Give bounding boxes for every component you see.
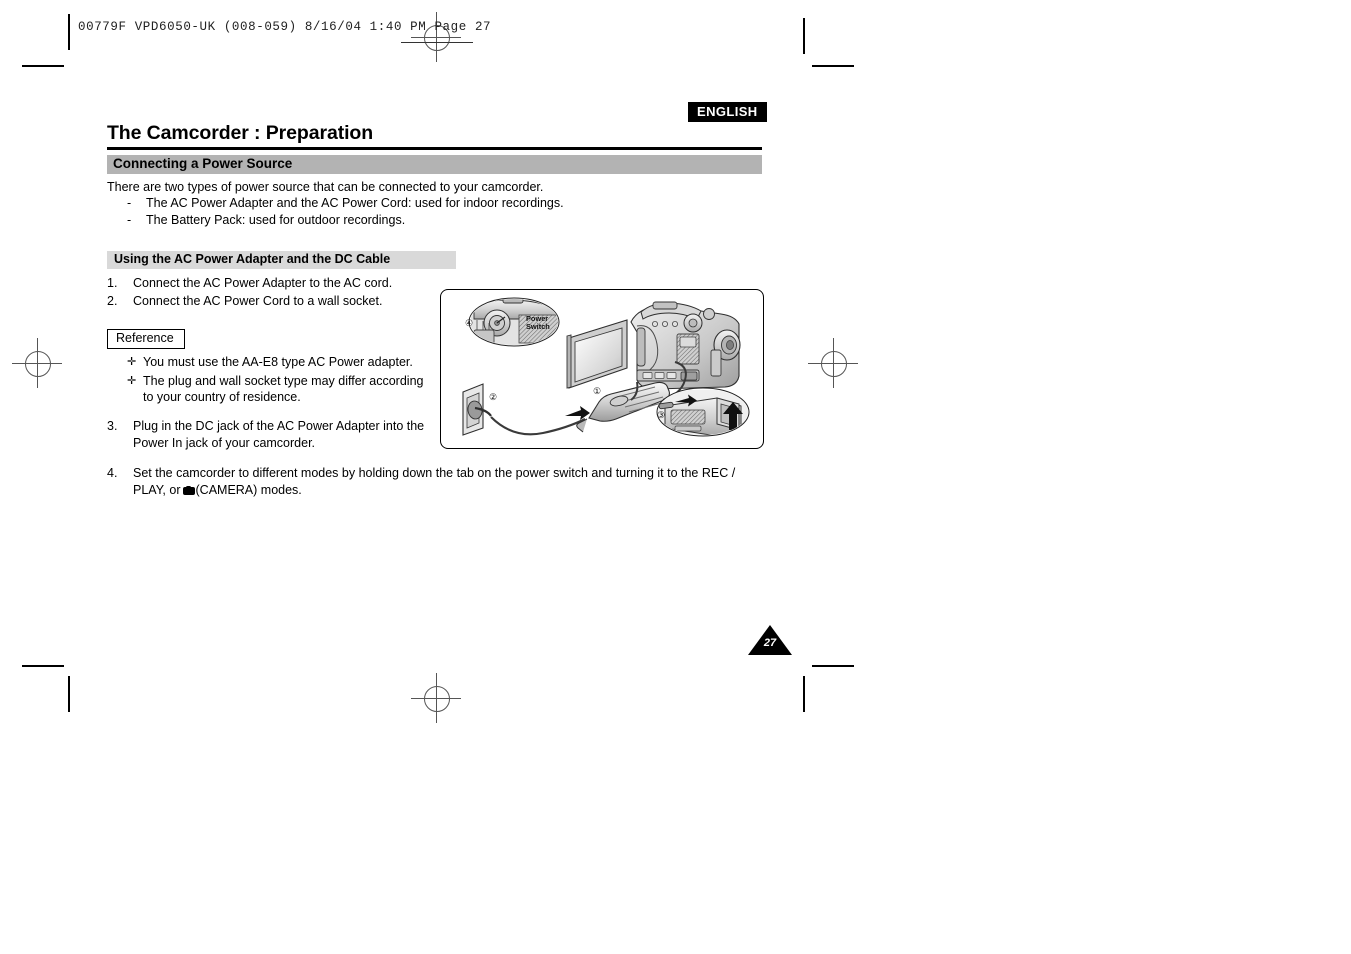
numbered-steps-list: 1. Connect the AC Power Adapter to the A… — [107, 275, 427, 310]
insert-arrow-1 — [565, 406, 590, 420]
list-item-text: The Battery Pack: used for outdoor recor… — [146, 213, 406, 227]
list-item: 2. Connect the AC Power Cord to a wall s… — [107, 293, 427, 310]
callout-2: ② — [489, 392, 497, 402]
dc-jack-inset: ③ — [656, 387, 750, 437]
callout-3: ③ — [657, 410, 665, 420]
list-item: ✛ The plug and wall socket type may diff… — [127, 373, 427, 406]
step-4: 4. Set the camcorder to different modes … — [107, 465, 747, 498]
subsection-heading-bar: Using the AC Power Adapter and the DC Ca… — [107, 251, 456, 269]
step-text: Connect the AC Power Adapter to the AC c… — [133, 276, 393, 290]
title-underline-rule — [107, 147, 762, 150]
lcd-panel — [566, 319, 628, 389]
language-badge: ENGLISH — [688, 102, 767, 122]
section-heading-label: Connecting a Power Source — [113, 156, 293, 171]
power-switch-inset: Power Switch ④ — [465, 297, 560, 347]
step4-text-after: (CAMERA) modes. — [195, 482, 302, 497]
list-item-text: The AC Power Adapter and the AC Power Co… — [146, 196, 564, 210]
camcorder-illustration — [566, 301, 741, 390]
step-text: Plug in the DC jack of the AC Power Adap… — [133, 419, 425, 450]
reference-notes-list: ✛ You must use the AA-E8 type AC Power a… — [127, 354, 427, 408]
power-switch-label-line2: Switch — [526, 322, 550, 331]
dash-marker: - — [127, 213, 132, 227]
step-text: Connect the AC Power Cord to a wall sock… — [133, 293, 383, 308]
list-item: ✛ You must use the AA-E8 type AC Power a… — [127, 354, 427, 371]
reference-label-box: Reference — [107, 329, 185, 349]
callout-1: ① — [593, 386, 601, 396]
step-number: 1. — [107, 276, 118, 290]
step-number: 3. — [107, 419, 118, 433]
intro-paragraph: There are two types of power source that… — [107, 180, 544, 194]
reference-note-text: The plug and wall socket type may differ… — [143, 373, 424, 405]
power-connection-illustration: Power Switch ④ ② ① ③ — [440, 289, 764, 449]
step-number: 4. — [107, 466, 118, 480]
list-item: - The AC Power Adapter and the AC Power … — [127, 195, 564, 212]
page-title: The Camcorder : Preparation — [107, 122, 374, 144]
manual-page: ENGLISH The Camcorder : Preparation Conn… — [0, 0, 1351, 954]
wall-socket: ② — [462, 383, 497, 436]
illustration-svg: Power Switch ④ ② ① ③ — [462, 297, 750, 437]
reference-note-text: You must use the AA-E8 type AC Power ada… — [143, 355, 413, 369]
camera-mode-icon — [182, 485, 195, 495]
step-number: 2. — [107, 293, 118, 308]
list-item: 1. Connect the AC Power Adapter to the A… — [107, 275, 427, 292]
list-item: - The Battery Pack: used for outdoor rec… — [127, 212, 564, 229]
ac-power-cord — [490, 416, 586, 436]
step-text-composite: Set the camcorder to different modes by … — [133, 465, 747, 498]
page-number-badge: 27 — [748, 625, 792, 655]
page-number-text: 27 — [763, 637, 777, 649]
step-3: 3. Plug in the DC jack of the AC Power A… — [107, 418, 427, 451]
cross-bullet-icon: ✛ — [127, 356, 137, 368]
subsection-heading-label: Using the AC Power Adapter and the DC Ca… — [114, 252, 391, 266]
section-heading-bar: Connecting a Power Source — [107, 155, 762, 174]
dash-marker: - — [127, 196, 132, 210]
cross-bullet-icon: ✛ — [127, 374, 137, 387]
ac-power-adapter: ① — [565, 381, 670, 433]
power-source-list: - The AC Power Adapter and the AC Power … — [127, 195, 564, 229]
callout-4: ④ — [465, 318, 473, 328]
